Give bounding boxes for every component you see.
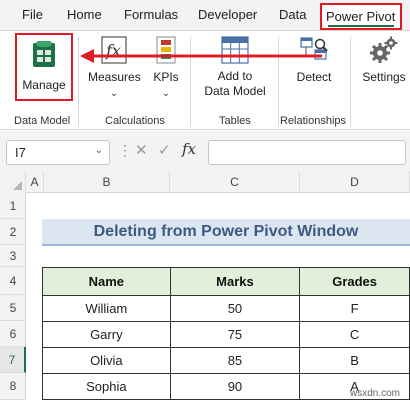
kpis-label: KPIs (153, 70, 179, 84)
add-to-label: Add to (217, 69, 253, 83)
kpis-button[interactable]: KPIs ⌄ (150, 35, 182, 105)
table-row: Olivia 85 B (42, 347, 410, 374)
detect-label: Detect (296, 70, 332, 84)
cell-marks[interactable]: 85 (169, 347, 301, 374)
table-row: William 50 F (42, 295, 410, 322)
name-box[interactable]: I7 ⌄ (6, 140, 110, 165)
group-label-relationships: Relationships (280, 115, 347, 127)
cancel-icon[interactable]: ✕ (135, 141, 148, 159)
annotation-arrow (80, 49, 322, 63)
tab-power-pivot[interactable]: Power Pivot (320, 3, 402, 30)
table-header-row: Name Marks Grades (42, 267, 410, 296)
ribbon-panel: Manage fx Measures ⌄ KPIs ⌄ Add to Data … (0, 30, 410, 130)
ribbon-tab-bar: File Home Formulas Developer Data Power … (0, 0, 410, 30)
group-separator (78, 37, 79, 127)
manage-button[interactable]: Manage (15, 33, 73, 101)
group-label-data-model: Data Model (14, 115, 71, 127)
manage-label: Manage (22, 78, 66, 92)
header-cell-grades[interactable]: Grades (299, 267, 410, 296)
tab-home[interactable]: Home (67, 7, 102, 22)
add-to-data-model-button[interactable]: Add to Data Model (202, 35, 268, 109)
power-pivot-manage-icon (33, 41, 55, 67)
detect-button[interactable]: Detect (294, 35, 334, 99)
cell-grade[interactable]: B (299, 347, 410, 374)
measures-label: Measures (88, 70, 141, 84)
cell-marks[interactable]: 50 (169, 295, 301, 322)
data-model-label: Data Model (204, 84, 266, 98)
worksheet-grid[interactable]: A B C D 1 2 3 4 5 6 7 8 Deleting from Po… (0, 171, 410, 400)
group-separator (350, 37, 351, 127)
cell-name[interactable]: Olivia (42, 347, 171, 374)
row-header[interactable]: 3 (0, 245, 26, 267)
sheet-title[interactable]: Deleting from Power Pivot Window (42, 219, 410, 246)
select-all-button[interactable] (0, 171, 26, 193)
column-header-bar: A B C D (0, 171, 410, 193)
insert-function-icon[interactable]: fx (182, 140, 196, 158)
group-label-tables: Tables (219, 115, 251, 127)
name-box-value: I7 (15, 145, 26, 160)
header-cell-name[interactable]: Name (42, 267, 171, 296)
tab-file[interactable]: File (22, 7, 43, 22)
row-header[interactable]: 2 (0, 219, 26, 245)
chevron-down-icon: ⌄ (161, 88, 171, 99)
cell-name[interactable]: Garry (42, 321, 171, 348)
measures-button[interactable]: fx Measures ⌄ (88, 35, 141, 105)
settings-button[interactable]: Settings (358, 35, 410, 99)
tab-data[interactable]: Data (279, 7, 306, 22)
row-header[interactable]: 8 (0, 373, 26, 400)
formula-input[interactable] (208, 140, 406, 165)
cell-name[interactable]: Sophia (42, 373, 171, 400)
cell-grade[interactable]: C (299, 321, 410, 348)
cell-name[interactable]: William (42, 295, 171, 322)
column-header-b[interactable]: B (44, 171, 170, 193)
cell-marks[interactable]: 75 (169, 321, 301, 348)
active-tab-underline (328, 25, 394, 27)
tab-power-pivot-label: Power Pivot (326, 9, 396, 24)
column-header-a[interactable]: A (26, 171, 44, 193)
tab-formulas[interactable]: Formulas (124, 7, 178, 22)
table-row: Garry 75 C (42, 321, 410, 348)
header-cell-marks[interactable]: Marks (169, 267, 301, 296)
cell-marks[interactable]: 90 (169, 373, 301, 400)
settings-label: Settings (362, 70, 406, 84)
cell-grade[interactable]: F (299, 295, 410, 322)
tab-developer[interactable]: Developer (198, 7, 257, 22)
enter-check-icon[interactable]: ✓ (158, 141, 171, 159)
select-all-triangle-icon (13, 181, 22, 190)
gear-icon (370, 36, 398, 63)
row-header-active[interactable]: 7 (0, 347, 26, 373)
formula-bar: I7 ⌄ ⋮ ✕ ✓ fx (0, 131, 410, 171)
watermark: wsxdn.com (349, 388, 400, 399)
more-options-icon: ⋮ (118, 142, 132, 158)
group-label-calculations: Calculations (105, 115, 165, 127)
chevron-down-icon[interactable]: ⌄ (95, 145, 103, 156)
row-header[interactable]: 5 (0, 295, 26, 321)
data-table: Name Marks Grades William 50 F Garry 75 … (42, 267, 410, 400)
column-header-d[interactable]: D (300, 171, 410, 193)
row-header[interactable]: 4 (0, 267, 26, 295)
row-header[interactable]: 1 (0, 193, 26, 219)
row-header[interactable]: 6 (0, 321, 26, 347)
chevron-down-icon: ⌄ (109, 88, 119, 99)
column-header-c[interactable]: C (170, 171, 300, 193)
row-header-bar: 1 2 3 4 5 6 7 8 (0, 193, 26, 400)
